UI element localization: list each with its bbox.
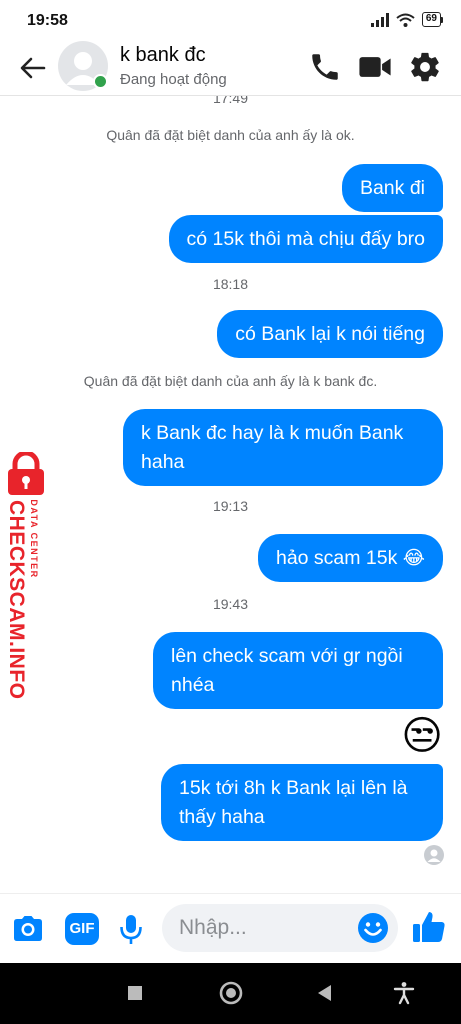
microphone-icon[interactable]: [113, 911, 149, 947]
system-message: Quân đã đặt biệt danh của anh ấy là ok.: [106, 127, 355, 143]
gif-icon[interactable]: GIF: [65, 913, 99, 945]
message-bubble-outgoing[interactable]: k Bank đc hay là k muốn Bank haha: [123, 409, 443, 486]
laughing-emoji: 😂: [402, 548, 425, 569]
message-bubble-outgoing[interactable]: Bank đi: [341, 164, 443, 212]
message-text: có 15k thôi mà chịu đấy bro: [186, 228, 425, 250]
back-arrow-icon[interactable]: [18, 53, 48, 83]
unamused-emoji-message[interactable]: 😒: [401, 710, 443, 762]
status-icons: 69: [370, 12, 443, 27]
home-icon[interactable]: [218, 980, 244, 1006]
phone-icon[interactable]: [308, 50, 342, 84]
signal-icon: [370, 12, 389, 27]
gear-icon[interactable]: [408, 50, 442, 84]
contact-name[interactable]: k bank đc: [120, 44, 206, 67]
accessibility-icon[interactable]: [391, 980, 417, 1006]
message-text: hảo scam 15k: [275, 547, 398, 569]
lock-icon: [8, 452, 44, 495]
watermark-tagline: DATA CENTER: [29, 499, 39, 579]
message-text-line: thấy haha: [179, 806, 265, 828]
camera-icon[interactable]: [10, 911, 46, 947]
status-bar: 19:58 69: [0, 0, 461, 40]
message-text: có Bank lại k nói tiếng: [235, 323, 425, 345]
message-text: Bank đi: [359, 177, 425, 199]
timestamp: 18:18: [212, 276, 249, 292]
battery-icon: 69: [421, 12, 443, 27]
system-message: Quân đã đặt biệt danh của anh ấy là k ba…: [83, 373, 378, 389]
message-bubble-outgoing[interactable]: lên check scam với gr ngồi nhéa: [153, 632, 443, 709]
composer: GIF: [0, 893, 461, 963]
watermark-site: CHECKSCAM.INFO: [5, 500, 28, 700]
system-navigation-bar: [0, 963, 461, 1024]
message-text-line: nhéa: [171, 674, 215, 696]
status-time: 19:58: [27, 12, 68, 29]
chat-header: k bank đc Đang hoạt động: [0, 40, 461, 96]
message-bubble-outgoing[interactable]: 15k tới 8h k Bank lại lên là thấy haha: [161, 764, 443, 841]
message-bubble-outgoing[interactable]: có Bank lại k nói tiếng: [217, 310, 443, 358]
message-text-line: 15k tới 8h k Bank lại lên là: [179, 777, 408, 799]
battery-level: 69: [421, 12, 441, 27]
timestamp: 19:13: [212, 498, 249, 514]
online-indicator: [93, 74, 108, 89]
video-call-icon[interactable]: [358, 50, 392, 84]
message-input-box[interactable]: [162, 904, 398, 952]
recents-icon[interactable]: [122, 980, 148, 1006]
thumbs-up-icon[interactable]: [410, 908, 448, 946]
timestamp: 17:49: [212, 96, 249, 106]
message-input[interactable]: [179, 915, 349, 941]
message-text-line: haha: [141, 451, 185, 473]
seen-avatar-icon: [424, 845, 444, 865]
emoji-icon[interactable]: [357, 912, 389, 944]
message-text-line: lên check scam với gr ngồi: [171, 645, 403, 667]
contact-status: Đang hoạt động: [120, 71, 227, 88]
back-icon[interactable]: [312, 980, 338, 1006]
gif-label: GIF: [69, 920, 95, 937]
message-bubble-outgoing[interactable]: hảo scam 15k 😂: [257, 534, 443, 582]
timestamp: 19:43: [212, 596, 249, 612]
message-bubble-outgoing[interactable]: có 15k thôi mà chịu đấy bro: [168, 215, 443, 263]
wifi-icon: [396, 13, 415, 27]
message-list[interactable]: 17:49 Quân đã đặt biệt danh của anh ấy l…: [0, 96, 461, 893]
message-text-line: k Bank đc hay là k muốn Bank: [141, 422, 404, 444]
